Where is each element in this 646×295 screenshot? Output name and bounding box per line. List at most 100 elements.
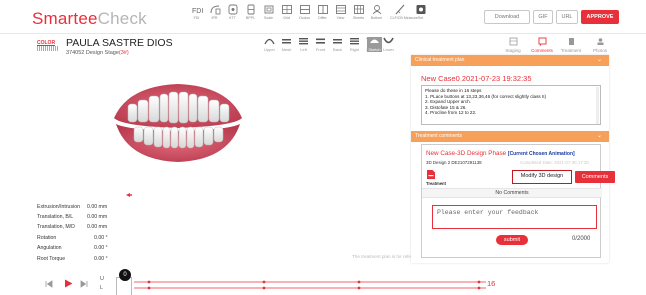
measure-root-torque: Root Torque 0.00 ° <box>37 256 108 262</box>
scale-icon <box>263 4 275 15</box>
tool-bppl[interactable]: BPPL <box>243 4 258 20</box>
view-icon <box>335 4 347 15</box>
comments-header[interactable]: Treatment comments ⌄ <box>411 131 609 142</box>
completed-date: Completed Date: 2021-07-30 17:20 <box>520 160 589 165</box>
view-mesh[interactable]: Mesh <box>279 37 294 52</box>
tab-photos[interactable]: Photos <box>586 35 614 57</box>
approve-button[interactable]: APPROVE <box>581 10 619 24</box>
design-label: 3D Design 2 DE2107291138 <box>426 160 482 165</box>
tool-view[interactable]: View <box>333 4 348 20</box>
upper-view-icon <box>264 37 275 45</box>
tool-grid[interactable]: Grid <box>279 4 294 20</box>
download-button[interactable]: Download <box>484 10 530 24</box>
app-logo: SmarteeCheck <box>32 9 147 28</box>
top-bar: SmarteeCheck FDI FDI IPR KTT BPPL Scale G… <box>0 0 646 34</box>
attachment-marker-icon <box>126 193 132 197</box>
view-right[interactable]: Right <box>347 37 362 52</box>
comments-panel: Clinical treatment plan ⌄ New Case0 2021-… <box>411 55 615 263</box>
treatment-icon <box>567 37 576 46</box>
pdf-icon[interactable] <box>427 170 435 179</box>
photos-icon <box>596 37 605 46</box>
grid-icon <box>281 4 293 15</box>
ipr-icon <box>209 4 221 15</box>
measure-icon <box>394 4 406 15</box>
view-front[interactable]: Front <box>313 37 328 52</box>
comments-button[interactable]: Comments <box>575 171 615 183</box>
step-forward-icon <box>80 280 88 288</box>
tool-differ[interactable]: Differ <box>315 4 330 20</box>
comment-card: New Case-3D Design Phase [Current Chosen… <box>421 144 615 258</box>
tool-set[interactable]: Set <box>413 4 428 20</box>
gif-button[interactable]: GIF <box>533 10 553 24</box>
differ-icon <box>317 4 329 15</box>
comment-title: New Case-3D Design Phase [Current Chosen… <box>426 150 575 157</box>
play-button[interactable] <box>64 279 73 288</box>
measure-angulation: Angulation 0.00 ° <box>37 245 108 251</box>
upper-row-label: U <box>100 276 104 282</box>
occlusion-icon <box>299 4 311 15</box>
measure-translation-bl: Translation, B/L 0.00 mm <box>37 214 108 220</box>
treatment-label: Treatment <box>426 181 447 186</box>
tab-treatment[interactable]: Treatment <box>557 35 585 57</box>
svg-text:FDI: FDI <box>192 8 203 15</box>
view-sketch[interactable]: Sketch <box>367 37 382 52</box>
measure-rotation: Rotation 0.00 ° <box>37 235 108 241</box>
tool-occlus[interactable]: Occlus <box>297 4 312 20</box>
collapse-icon[interactable]: ⌄ <box>597 131 602 142</box>
front-view-icon <box>315 37 326 45</box>
submit-button[interactable]: submit <box>496 235 528 245</box>
bottom-icon <box>371 4 383 15</box>
tool-ktt[interactable]: KTT <box>225 4 240 20</box>
measure-translation-md: Translation, M/D 0.00 mm <box>37 224 108 230</box>
view-upper[interactable]: Upper <box>262 37 277 52</box>
view-lower[interactable]: Lower <box>381 37 396 52</box>
ktt-icon <box>227 4 239 15</box>
plan-text-box: Please do these in 16 steps 1. PLace but… <box>421 85 601 125</box>
end-step-label: 16 <box>487 279 496 288</box>
current-step-marker[interactable]: 0 <box>119 269 131 281</box>
measure-extrusion: Extrusion/Intrusion 0.00 mm <box>37 204 108 210</box>
comments-icon <box>538 37 547 46</box>
bppl-icon <box>245 4 257 15</box>
step-back-icon <box>45 280 53 288</box>
patient-stage: 374052 Design Stage(3#) <box>66 50 129 56</box>
tool-bottom[interactable]: Bottom <box>369 4 384 20</box>
set-icon <box>415 4 427 15</box>
staging-icon <box>509 37 518 46</box>
fdi-icon: FDI <box>191 4 203 15</box>
teeth-3d-model[interactable] <box>108 78 248 168</box>
back-view-icon <box>332 37 343 45</box>
timeline: U L 0 16 <box>0 266 646 295</box>
view-left[interactable]: Left <box>296 37 311 52</box>
tool-sheets[interactable]: Sheets <box>351 4 366 20</box>
step-forward-button[interactable] <box>80 280 88 288</box>
lower-view-icon <box>383 37 394 45</box>
plan-header[interactable]: Clinical treatment plan ⌄ <box>411 55 609 66</box>
url-button[interactable]: URL <box>556 10 578 24</box>
no-comments-label: No Comments <box>422 188 602 198</box>
plan-scrollbar[interactable] <box>596 87 599 124</box>
tool-fdi[interactable]: FDI FDI <box>189 4 204 20</box>
right-view-icon <box>349 37 360 45</box>
tab-comments[interactable]: Comments <box>528 35 556 57</box>
tool-scale[interactable]: Scale <box>261 4 276 20</box>
tool-measure[interactable]: CLF/CB Measure <box>390 4 418 20</box>
play-icon <box>65 279 73 288</box>
view-back[interactable]: Back <box>330 37 345 52</box>
patient-name: PAULA SASTRE DIOS <box>66 37 173 49</box>
feedback-input[interactable]: Please enter your feedback <box>432 205 597 229</box>
lower-row-label: L <box>100 285 104 291</box>
left-view-icon <box>298 37 309 45</box>
timeline-track[interactable] <box>134 278 486 290</box>
step-back-button[interactable] <box>45 280 53 288</box>
case-title: New Case0 2021-07-23 19:32:35 <box>421 74 532 83</box>
clinic-logo: COLOR <box>37 40 59 52</box>
tool-ipr[interactable]: IPR <box>207 4 222 20</box>
modify-3d-design-button[interactable]: Modify 3D design <box>512 170 572 184</box>
char-count: 0/2000 <box>572 236 591 242</box>
sketch-view-icon <box>369 37 380 45</box>
mesh-view-icon <box>281 37 292 45</box>
tab-staging[interactable]: Staging <box>499 35 527 57</box>
collapse-icon[interactable]: ⌄ <box>597 55 602 66</box>
sheets-icon <box>353 4 365 15</box>
